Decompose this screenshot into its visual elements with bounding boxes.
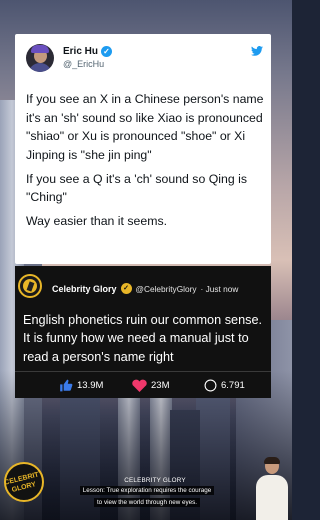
comment-time: · Just now [200, 283, 239, 294]
heart-stat[interactable]: 23M [132, 379, 169, 392]
comment-text: English phonetics ruin our common sense.… [23, 313, 263, 364]
twitter-bird-icon [251, 46, 263, 56]
author-handle[interactable]: @_EricHu [63, 59, 104, 69]
comment-account-name[interactable]: Celebrity Glory [52, 284, 117, 294]
comment-bubble-icon [204, 379, 217, 392]
celebrity-glory-watermark-logo: CELEBRITY GLORY [4, 462, 44, 502]
divider [15, 371, 271, 372]
author-row: Eric Hu ✓ [63, 46, 113, 57]
tweet-text: If you see an X in a Chinese person's na… [26, 90, 266, 236]
comment-card: Celebrity Glory ✓ @CelebrityGlory · Just… [15, 266, 271, 398]
comment-handle[interactable]: @CelebrityGlory [136, 284, 197, 294]
tweet-paragraph: Way easier than it seems. [26, 214, 168, 228]
like-count: 13.9M [77, 380, 104, 391]
lesson-line-2: to view the world through new eyes. [52, 498, 242, 507]
tweet-paragraph: If you see an X in a Chinese person's na… [26, 92, 264, 162]
gold-verified-badge-icon: ✓ [120, 283, 132, 294]
presenter-figure [255, 457, 289, 520]
author-name[interactable]: Eric Hu [63, 46, 98, 57]
comment-count: 6.791 [221, 380, 245, 391]
celebrity-glory-logo-icon[interactable] [18, 274, 42, 298]
lesson-text: Lesson: True exploration requires the co… [79, 486, 215, 495]
thumbs-up-icon [60, 379, 73, 392]
avatar[interactable] [26, 44, 54, 72]
heart-icon [132, 379, 147, 392]
verified-badge-icon: ✓ [101, 46, 113, 57]
comment-author-row: Celebrity Glory ✓ @CelebrityGlory · Just… [52, 283, 238, 294]
channel-title: CELEBRITY GLORY [124, 477, 186, 484]
lesson-line-1: Lesson: True exploration requires the co… [52, 486, 242, 495]
like-stat[interactable]: 13.9M [59, 379, 103, 392]
lesson-text: to view the world through new eyes. [93, 498, 201, 507]
heart-count: 23M [151, 380, 170, 391]
tweet-paragraph: If you see a Q it's a 'ch' sound so Qing… [26, 171, 247, 205]
tweet-card: Eric Hu ✓ @_EricHu If you see an X in a … [15, 34, 271, 264]
comment-stat[interactable]: 6.791 [204, 379, 245, 392]
